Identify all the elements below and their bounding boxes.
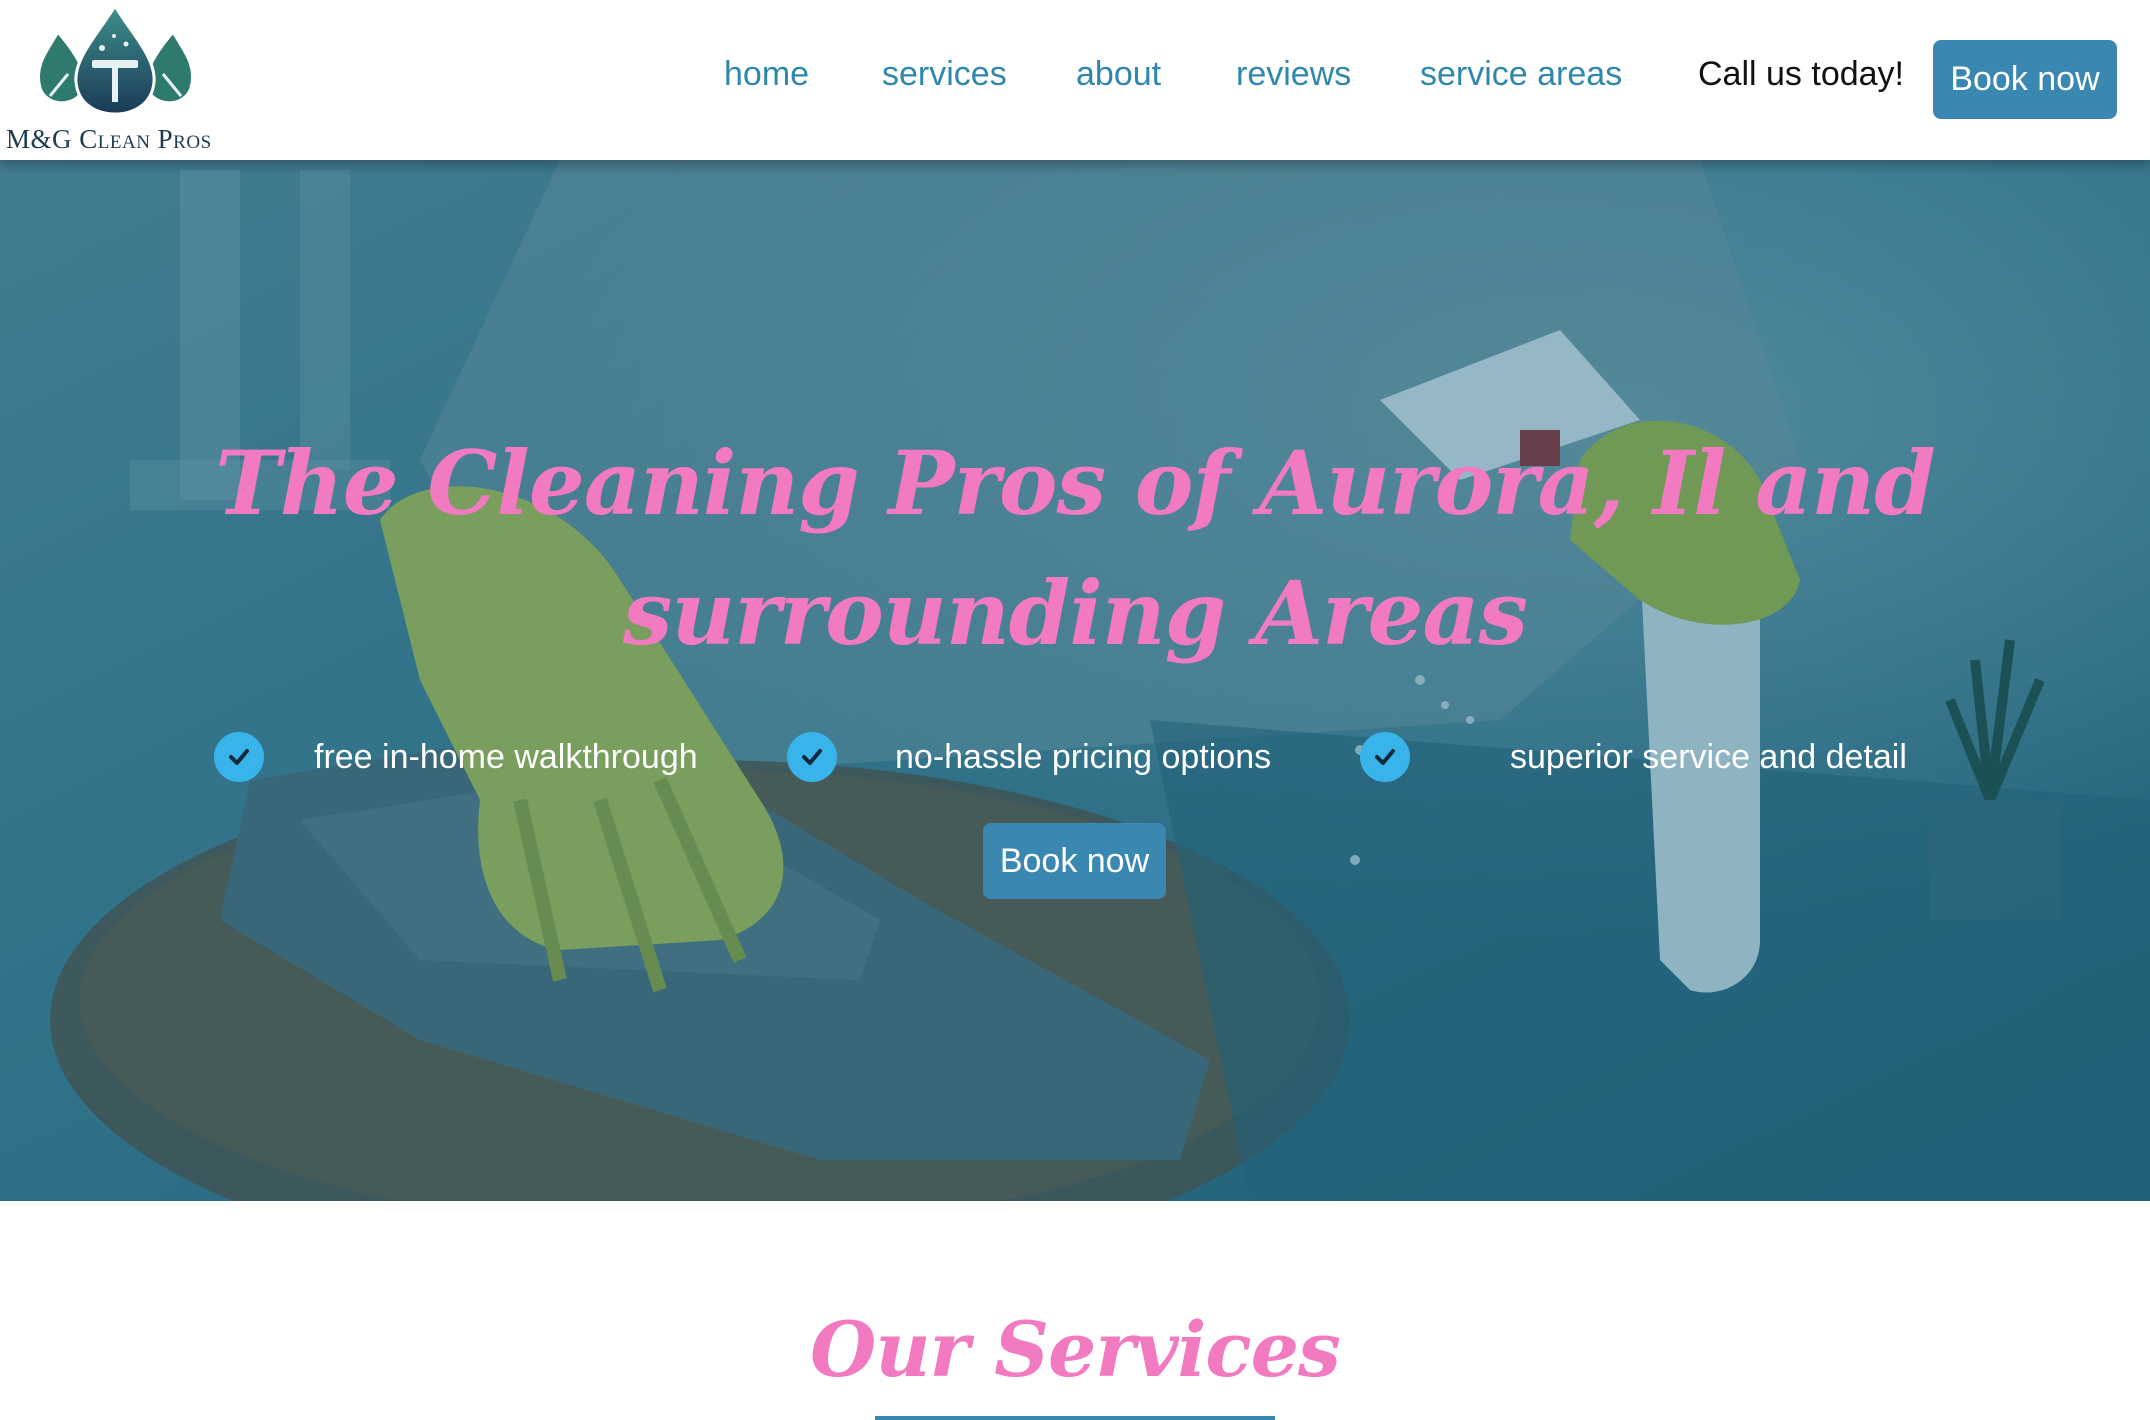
hero-overlay [0, 160, 2150, 1201]
hero-title: The Cleaning Pros of Aurora, Il and surr… [215, 431, 1935, 665]
nav-about[interactable]: about [1076, 55, 1161, 94]
check-circle-icon [787, 732, 837, 782]
hero-section: The Cleaning Pros of Aurora, Il and surr… [0, 160, 2150, 1201]
logo[interactable]: M&G Clean Pros [0, 0, 245, 160]
call-us-text[interactable]: Call us today! [1698, 55, 1904, 94]
feature-text: no-hassle pricing options [895, 737, 1272, 776]
check-circle-icon [1360, 732, 1410, 782]
feature-text: free in-home walkthrough [314, 737, 698, 776]
nav-service-areas[interactable]: service areas [1420, 55, 1622, 94]
feature-text: superior service and detail [1510, 737, 1907, 776]
header-book-now-button[interactable]: Book now [1933, 40, 2117, 119]
feature-item: free in-home walkthrough [214, 730, 698, 784]
feature-item: no-hassle pricing options [787, 730, 1271, 784]
feature-item: superior service and detail [1360, 730, 1907, 784]
hero-book-now-button[interactable]: Book now [983, 823, 1166, 899]
services-heading: Our Services [810, 1305, 1341, 1394]
logo-text: M&G Clean Pros [6, 124, 212, 154]
site-header: M&G Clean Pros home services about revie… [0, 0, 2150, 160]
logo-droplets-icon [36, 4, 195, 116]
nav-home[interactable]: home [724, 55, 809, 94]
nav-reviews[interactable]: reviews [1236, 55, 1351, 94]
services-heading-underline [875, 1416, 1275, 1420]
check-circle-icon [214, 732, 264, 782]
nav-services[interactable]: services [882, 55, 1007, 94]
